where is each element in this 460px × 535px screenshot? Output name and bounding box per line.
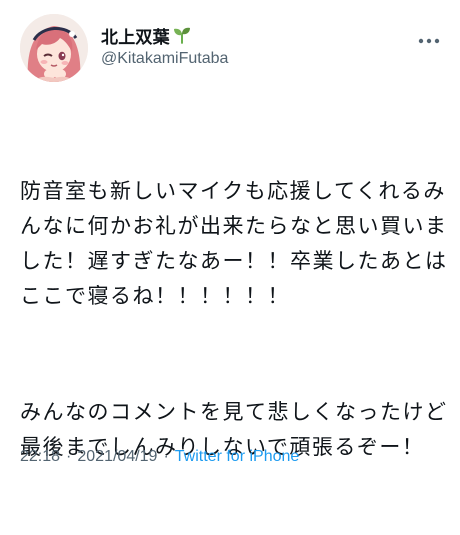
tweet-time[interactable]: 22:18 xyxy=(20,448,60,466)
tweet-date[interactable]: 2021/04/19 xyxy=(77,448,157,466)
tweet-text: 防音室も新しいマイクも応援してくれるみんなに何かお礼が出来たらなと思い買いました… xyxy=(20,104,448,535)
more-horizontal-icon[interactable] xyxy=(418,30,440,44)
seedling-icon xyxy=(173,26,191,44)
tweet-paragraph: 防音室も新しいマイクも応援してくれるみんなに何かお礼が出来たらなと思い買いました… xyxy=(20,179,448,308)
tweet: 北上双葉 @KitakamiFutaba 防音室も新しいマイクも応援してくれるみ… xyxy=(0,0,460,480)
user-handle[interactable]: @KitakamiFutaba xyxy=(101,50,228,68)
meta-separator: · xyxy=(163,448,169,465)
tweet-source-link[interactable]: Twitter for iPhone xyxy=(175,448,300,466)
meta-separator: · xyxy=(66,448,72,465)
display-name[interactable]: 北上双葉 xyxy=(101,23,170,48)
avatar[interactable] xyxy=(20,14,88,82)
author-block: 北上双葉 @KitakamiFutaba xyxy=(101,24,228,68)
tweet-meta: 22:18 · 2021/04/19 · Twitter for iPhone xyxy=(20,448,299,466)
anime-girl-avatar-icon xyxy=(20,14,88,82)
display-name-row[interactable]: 北上双葉 xyxy=(101,23,228,48)
